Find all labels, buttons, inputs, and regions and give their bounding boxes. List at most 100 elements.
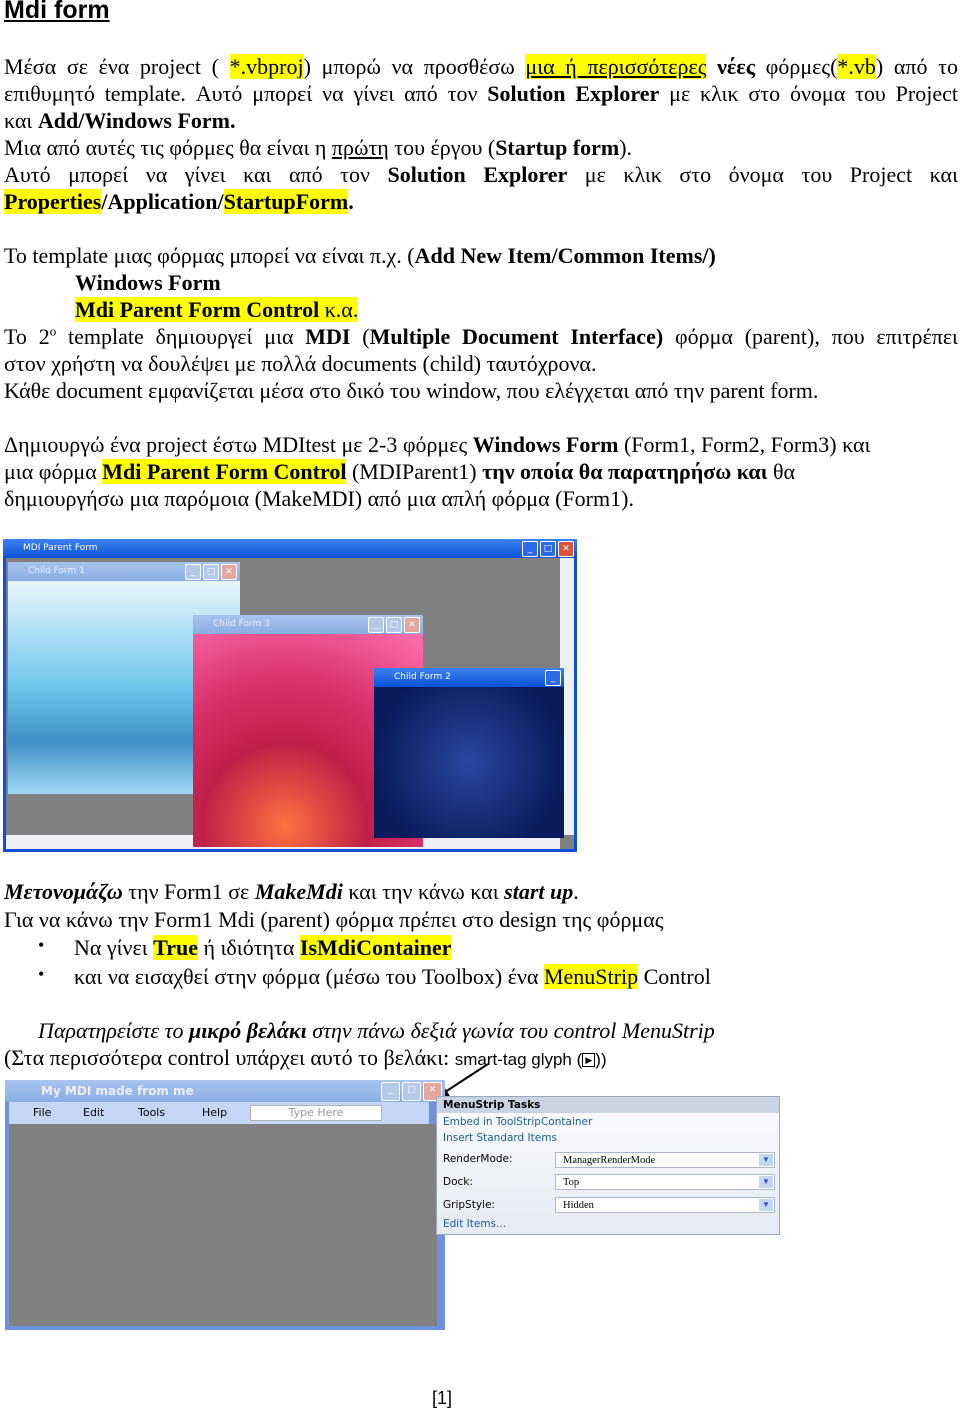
my-mdi-form-screenshot: My MDI made from me _ □ ✕ File Edit Tools …: [5, 1080, 445, 1330]
text-line: Αυτό μπορεί να γίνει και από τον Solutio…: [4, 161, 958, 188]
type-here-input[interactable]: Type Here: [250, 1105, 382, 1121]
highlighted-text: κ.α.: [319, 297, 359, 322]
chevron-down-icon: ▼: [759, 1176, 773, 1188]
observe-line: Παρατηρείστε το μικρό βελάκι στην πάνω δ…: [38, 1017, 715, 1044]
text-segment: Solution Explorer: [487, 81, 660, 106]
menu-help[interactable]: Help: [202, 1106, 227, 1119]
child3-title: Child Form 3: [213, 619, 270, 629]
minimize-icon[interactable]: _: [522, 541, 538, 557]
menustrip-tasks-panel: MenuStrip Tasks Embed in ToolStripContai…: [436, 1096, 780, 1235]
text-line: Mdi Parent Form Control κ.α.: [4, 296, 958, 323]
bullet: •: [38, 964, 45, 984]
highlighted-text: *.vb: [837, 54, 876, 79]
text: )): [595, 1050, 607, 1069]
form-client-area: [9, 1124, 437, 1326]
bullet-item-2: και να εισαχθεί στην φόρμα (μέσω του Too…: [74, 963, 711, 990]
text-segment: Add/Windows Form.: [37, 108, 236, 133]
text-line: Το template μιας φόρμας μπορεί να είναι …: [4, 242, 958, 269]
gripstyle-value: Hidden: [563, 1200, 594, 1211]
text-line: Το 2ο template δημιουργεί μια MDI (Multi…: [4, 323, 958, 350]
edit-items-link[interactable]: Edit Items...: [443, 1218, 506, 1230]
tasks-header: MenuStrip Tasks: [437, 1097, 779, 1113]
text-segment: start up: [504, 879, 574, 904]
text-segment: φόρμα (parent), που επιτρέπει: [663, 324, 958, 349]
bullet-item-1: Να γίνει True ή ιδιότητα IsMdiContainer: [74, 934, 452, 961]
text-segment: Startup form: [495, 135, 620, 160]
text-segment: Να γίνει: [74, 935, 154, 960]
text-segment: .: [348, 189, 354, 214]
text-segment: στον χρήστη να δουλέψει με πολλά documen…: [4, 351, 597, 376]
maximize-icon[interactable]: □: [540, 541, 556, 557]
text-segment: μια φόρμα: [4, 459, 103, 484]
gripstyle-label: GripStyle:: [443, 1199, 495, 1211]
text-segment: στην πάνω δεξιά γωνία του control MenuSt…: [306, 1018, 715, 1043]
text-line: στον χρήστη να δουλέψει με πολλά documen…: [4, 350, 958, 377]
smart-tag-line: (Στα περισσότερα control υπάρχει αυτό το…: [4, 1044, 607, 1073]
text-line: Μέσα σε ένα project ( *.vbproj) μπορώ να…: [4, 53, 958, 80]
text-segment: Κάθε document εμφανίζεται μέσα στο δικό …: [4, 378, 819, 403]
parent-title: MDI Parent Form: [23, 543, 98, 553]
text-line: μια φόρμα Mdi Parent Form Control (MDIPa…: [4, 458, 958, 485]
highlighted-text: Mdi Parent Form Control: [102, 459, 347, 484]
highlighted-text: Properties: [4, 189, 102, 214]
menu-edit[interactable]: Edit: [83, 1106, 104, 1119]
text-segment: ) από το: [875, 54, 958, 79]
menu-file[interactable]: File: [33, 1106, 51, 1119]
text-line: [4, 215, 958, 242]
mdi-parent-form-screenshot: MDI Parent Form _ □ ✕ Child Form 1 _ □ ✕ Chil…: [3, 539, 577, 852]
text-segment: Μετονομάζω: [4, 879, 123, 904]
text-line: επιθυμητό template. Αυτό μπορεί να γίνει…: [4, 80, 958, 107]
design-line: Για να κάνω την Form1 Mdi (parent) φόρμα…: [4, 906, 663, 933]
text-segment: Μια από αυτές τις φόρμες θα είναι η: [4, 135, 332, 160]
mdi-client-area: Child Form 1 _ □ ✕ Child Form 3 _ □ ✕ Child Fo…: [6, 558, 574, 849]
insert-standard-items-link[interactable]: Insert Standard Items: [443, 1132, 557, 1144]
text-segment: /Application/: [101, 189, 224, 214]
text-segment: φόρμες(: [755, 54, 838, 79]
text-segment: Αυτό μπορεί να γίνει και από τον: [4, 162, 388, 187]
rendermode-label: RenderMode:: [443, 1153, 513, 1165]
gripstyle-dropdown[interactable]: Hidden ▼: [555, 1197, 775, 1213]
rendermode-dropdown[interactable]: ManagerRenderMode ▼: [555, 1152, 775, 1168]
text-line: δημιουργήσω μια παρόμοια (MakeMDI) από μ…: [4, 485, 958, 512]
title-bar: MDI Parent Form _ □ ✕: [3, 539, 577, 558]
form-title: My MDI made from me: [41, 1084, 194, 1098]
highlighted-text: μια ή περισσότερες: [525, 54, 707, 79]
menu-tools[interactable]: Tools: [138, 1106, 165, 1119]
dock-dropdown[interactable]: Top ▼: [555, 1174, 775, 1190]
text-segment: με κλικ στο όνομα του Project και: [567, 162, 958, 187]
text-segment: (MDIParent1): [346, 459, 483, 484]
highlighted-text: MenuStrip: [543, 964, 639, 989]
text-segment: την Form1 σε: [122, 879, 255, 904]
text-line: Properties/Application/StartupForm.: [4, 188, 958, 215]
bullet: •: [38, 935, 45, 955]
text-segment: Δημιουργώ ένα project έστω MDItest με 2-…: [4, 432, 473, 457]
highlighted-text: Mdi Parent Form Control: [75, 297, 320, 322]
embed-link[interactable]: Embed in ToolStripContainer: [443, 1116, 592, 1128]
text-segment: πρώτη: [331, 135, 389, 160]
text-segment: ) μπορώ να προσθέσω: [303, 54, 526, 79]
text-segment: MakeMdi: [254, 879, 343, 904]
text-segment: με κλικ στο όνομα του Project: [659, 81, 958, 106]
child1-title: Child Form 1: [28, 566, 85, 576]
text-segment: ).: [619, 135, 633, 160]
text-segment: MDI: [305, 324, 351, 349]
text-segment: (Form1, Form2, Form3) και: [618, 432, 871, 457]
close-icon[interactable]: ✕: [558, 541, 574, 557]
dock-label: Dock:: [443, 1176, 473, 1188]
text-segment: Για να κάνω την Form1 Mdi (parent) φόρμα…: [4, 907, 664, 932]
text-segment: Multiple Document Interface): [369, 324, 664, 349]
text-line: Windows Form: [4, 269, 958, 296]
rendermode-value: ManagerRenderMode: [563, 1155, 656, 1166]
text-segment: και: [4, 108, 38, 133]
text-segment: Windows Form: [472, 432, 619, 457]
text: (Στα περισσότερα control υπάρχει αυτό το…: [4, 1045, 455, 1070]
text-segment: νέες: [717, 54, 755, 79]
page-title: Mdi form: [4, 0, 110, 24]
smart-tag-glyph-icon: ▶: [582, 1052, 596, 1067]
text-segment: δημιουργήσω μια παρόμοια (MakeMDI) από μ…: [4, 486, 634, 511]
text-segment: Μέσα σε ένα project (: [4, 54, 230, 79]
child-form-2[interactable]: Child Form 2 _: [374, 668, 564, 838]
text-segment: την οποία θα παρατηρήσω και: [482, 459, 768, 484]
chevron-down-icon: ▼: [759, 1199, 773, 1211]
intro-text: Μέσα σε ένα project ( *.vbproj) μπορώ να…: [4, 53, 958, 512]
